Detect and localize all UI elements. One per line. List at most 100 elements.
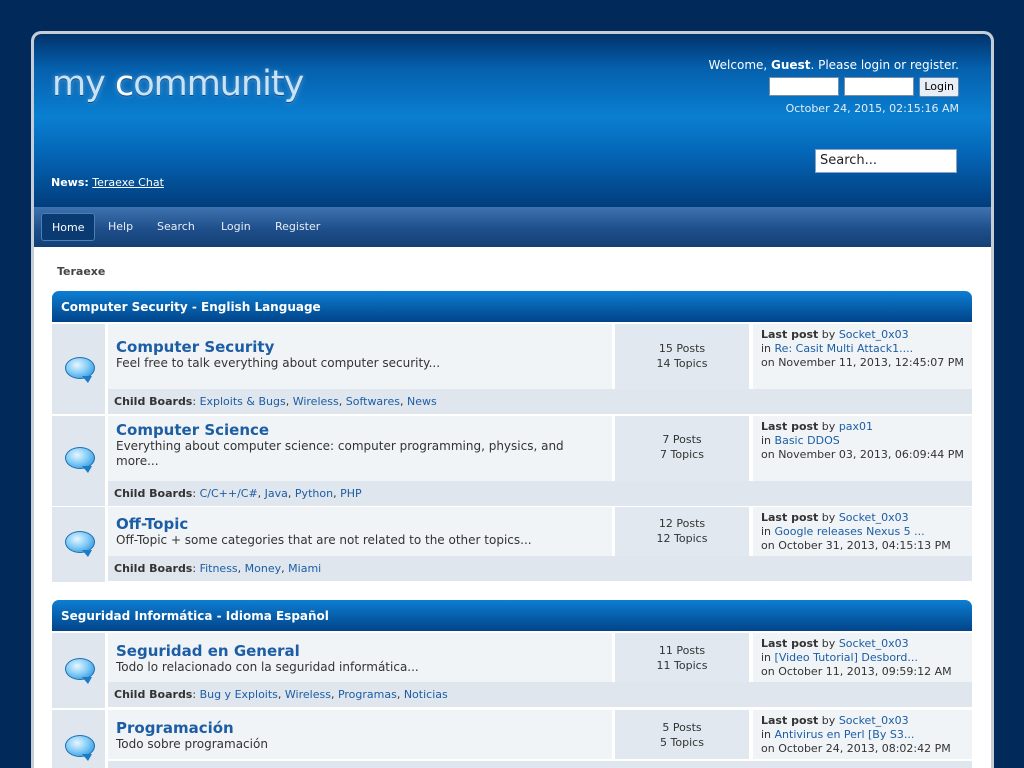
- on-text: on: [761, 448, 779, 461]
- header: my community Welcome, Guest. Please logi…: [34, 34, 991, 207]
- child-board-link[interactable]: Java: [265, 487, 288, 500]
- child-boards-row: [108, 761, 972, 768]
- menu-item-home[interactable]: Home: [41, 213, 96, 241]
- board-info: Seguridad en General Todo lo relacionado…: [108, 633, 614, 682]
- welcome-period: .: [955, 58, 959, 72]
- post-count: 12 Posts: [658, 517, 706, 530]
- on-text: on: [761, 742, 779, 755]
- board-stats: 7 Posts 7 Topics: [615, 416, 751, 481]
- welcome-message: Welcome, Guest. Please login or register…: [709, 57, 960, 73]
- child-board-link[interactable]: PHP: [340, 487, 362, 500]
- welcome-mid: . Please: [810, 58, 861, 72]
- child-board-link[interactable]: Fitness: [200, 562, 238, 575]
- last-post-topic-link[interactable]: [Video Tutorial] Desbord...: [775, 651, 918, 664]
- child-board-link[interactable]: Bug y Exploits: [200, 688, 278, 701]
- board-name-link[interactable]: Programación: [116, 720, 604, 737]
- board-bubble-icon: [65, 735, 95, 761]
- child-board-link[interactable]: Noticias: [404, 688, 448, 701]
- menu-item-search[interactable]: Search: [147, 213, 205, 241]
- last-post-date: October 11, 2013, 09:59:12 AM: [778, 665, 952, 678]
- topic-count: 12 Topics: [656, 532, 708, 545]
- board-bubble-icon: [65, 357, 95, 383]
- last-post-topic-link[interactable]: Re: Casit Multi Attack1....: [775, 342, 914, 355]
- post-count: 5 Posts: [662, 721, 702, 734]
- login-link[interactable]: login: [861, 58, 890, 72]
- category-header[interactable]: Seguridad Informática - Idioma Español: [52, 600, 972, 631]
- topic-count: 5 Topics: [660, 736, 704, 749]
- board-icon-cell: [52, 710, 107, 768]
- last-post-date: October 24, 2013, 08:02:42 PM: [778, 742, 951, 755]
- child-board-link[interactable]: Money: [245, 562, 281, 575]
- child-boards-label: Child Boards: [114, 395, 193, 408]
- by-text: by: [818, 511, 839, 524]
- last-post-user-link[interactable]: pax01: [839, 420, 873, 433]
- child-boards-label: Child Boards: [114, 487, 193, 500]
- board-name-link[interactable]: Computer Science: [116, 422, 604, 439]
- board-row: Seguridad en General Todo lo relacionado…: [52, 633, 972, 708]
- news-label: News:: [51, 176, 89, 189]
- child-board-link[interactable]: Programas: [338, 688, 397, 701]
- last-post-label: Last post: [761, 328, 819, 341]
- board-row: Programación Todo sobre programación 5 P…: [52, 710, 972, 768]
- menu-item-register[interactable]: Register: [265, 213, 330, 241]
- last-post-label: Last post: [761, 511, 819, 524]
- last-post-topic-link[interactable]: Basic DDOS: [775, 434, 840, 447]
- menu-item-login[interactable]: Login: [211, 213, 261, 241]
- board-icon-cell: [52, 324, 107, 414]
- last-post-label: Last post: [761, 420, 819, 433]
- board-description: Off-Topic + some categories that are not…: [116, 533, 532, 547]
- board-description: Todo lo relacionado con la seguridad inf…: [116, 660, 419, 674]
- child-board-link[interactable]: Wireless: [293, 395, 339, 408]
- child-boards-label: Child Boards: [114, 562, 193, 575]
- register-link[interactable]: register: [910, 58, 955, 72]
- child-boards-row: Child Boards: Exploits & Bugs, Wireless,…: [108, 389, 972, 414]
- board-info: Programación Todo sobre programación: [108, 710, 614, 759]
- last-post-user-link[interactable]: Socket_0x03: [839, 714, 909, 727]
- by-text: by: [818, 328, 839, 341]
- last-post-topic-link[interactable]: Google releases Nexus 5 ...: [775, 525, 925, 538]
- news-link[interactable]: Teraexe Chat: [92, 176, 164, 189]
- post-count: 11 Posts: [658, 644, 706, 657]
- last-post-info: Last post by pax01 in Basic DDOS on Nove…: [753, 416, 972, 481]
- last-post-info: Last post by Socket_0x03 in Re: Casit Mu…: [753, 324, 972, 389]
- by-text: by: [818, 637, 839, 650]
- child-boards-row: Child Boards: C/C++/C#, Java, Python, PH…: [108, 481, 972, 506]
- breadcrumb[interactable]: Teraexe: [57, 265, 105, 278]
- user-box: Welcome, Guest. Please login or register…: [709, 57, 960, 115]
- last-post-topic-link[interactable]: Antivirus en Perl [By S3...: [775, 728, 915, 741]
- search-input[interactable]: Search...: [815, 149, 957, 173]
- child-board-link[interactable]: Wireless: [285, 688, 331, 701]
- username-field[interactable]: [769, 77, 840, 96]
- in-text: in: [761, 434, 775, 447]
- site-logo[interactable]: my community: [52, 64, 304, 104]
- logo-text-c: c: [114, 64, 134, 104]
- child-board-link[interactable]: News: [407, 395, 437, 408]
- child-board-link[interactable]: Softwares: [346, 395, 400, 408]
- last-post-user-link[interactable]: Socket_0x03: [839, 637, 909, 650]
- board-row: Computer Science Everything about comput…: [52, 416, 972, 506]
- category-header[interactable]: Computer Security - English Language: [52, 291, 972, 322]
- child-board-link[interactable]: C/C++/C#: [200, 487, 258, 500]
- in-text: in: [761, 651, 775, 664]
- login-button[interactable]: Login: [919, 77, 959, 97]
- board-name-link[interactable]: Seguridad en General: [116, 643, 604, 660]
- guest-name: Guest: [771, 58, 811, 72]
- child-boards-label: Child Boards: [114, 688, 193, 701]
- last-post-user-link[interactable]: Socket_0x03: [839, 511, 909, 524]
- main-menu: Home Help Search Login Register: [34, 207, 991, 247]
- board-icon-cell: [52, 507, 107, 582]
- password-field[interactable]: [844, 77, 915, 96]
- last-post-date: November 03, 2013, 06:09:44 PM: [778, 448, 964, 461]
- child-boards-row: Child Boards: Fitness, Money, Miami: [108, 556, 972, 581]
- board-info: Computer Security Feel free to talk ever…: [108, 324, 614, 389]
- last-post-user-link[interactable]: Socket_0x03: [839, 328, 909, 341]
- child-board-link[interactable]: Exploits & Bugs: [200, 395, 286, 408]
- board-name-link[interactable]: Computer Security: [116, 339, 604, 356]
- child-board-link[interactable]: Python: [295, 487, 333, 500]
- board-bubble-icon: [65, 447, 95, 473]
- menu-item-help[interactable]: Help: [98, 213, 143, 241]
- topic-count: 14 Topics: [656, 357, 708, 370]
- board-name-link[interactable]: Off-Topic: [116, 516, 604, 533]
- last-post-info: Last post by Socket_0x03 in Antivirus en…: [753, 710, 972, 759]
- child-board-link[interactable]: Miami: [288, 562, 321, 575]
